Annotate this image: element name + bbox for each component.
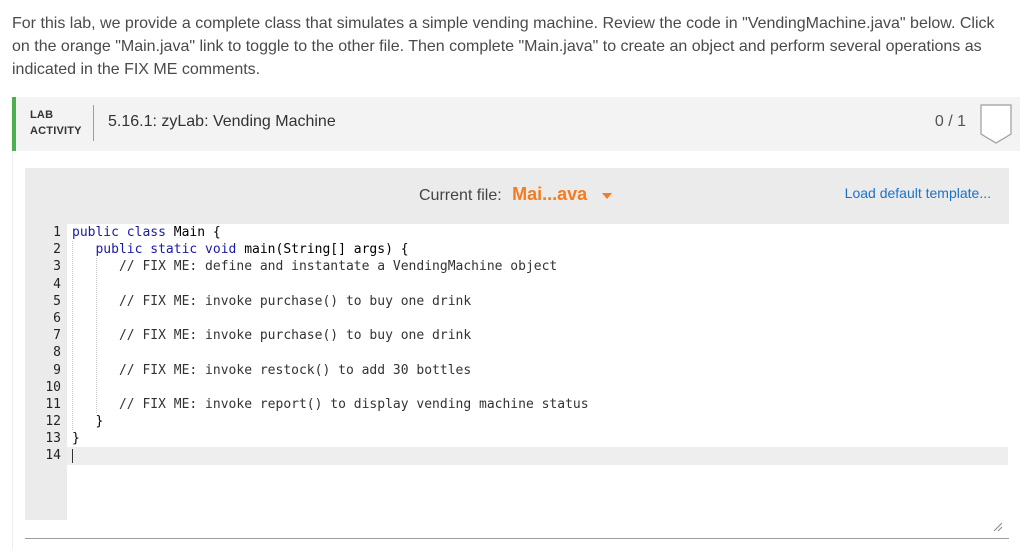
chevron-down-icon[interactable] bbox=[601, 192, 612, 199]
line-number: 3 bbox=[53, 259, 61, 275]
code-line[interactable]: // FIX ME: define and instantate a Vendi… bbox=[72, 258, 1008, 275]
lab-title: 5.16.1: zyLab: Vending Machine bbox=[108, 113, 336, 130]
lab-score: 0 / 1 bbox=[934, 113, 966, 130]
code-line[interactable]: public static void main(String[] args) { bbox=[72, 241, 1008, 258]
code-line[interactable]: public class Main { bbox=[72, 224, 1008, 241]
current-file-selector: Current file: Mai...ava bbox=[419, 184, 612, 205]
editor-container: Current file: Mai...ava Load default tem… bbox=[12, 151, 1020, 549]
line-number: 14 bbox=[45, 448, 61, 464]
code-comment: // FIX ME: define and instantate a Vendi… bbox=[118, 259, 558, 275]
header-divider bbox=[93, 105, 94, 141]
lab-activity-header: LAB ACTIVITY 5.16.1: zyLab: Vending Mach… bbox=[12, 97, 1020, 151]
line-number: 9 bbox=[53, 362, 61, 378]
code-keyword: public static void bbox=[95, 242, 245, 258]
code-text-span: Main { bbox=[173, 225, 221, 240]
lab-instructions: For this lab, we provide a complete clas… bbox=[12, 15, 995, 78]
line-number: 13 bbox=[45, 431, 61, 447]
code-line[interactable] bbox=[72, 276, 1008, 293]
code-area[interactable]: 1 2 3 4 5 6 7 8 9 10 11 12 13 14 public class Main { … bbox=[25, 224, 1009, 520]
code-line[interactable] bbox=[72, 379, 1008, 396]
line-number: 4 bbox=[53, 276, 61, 292]
line-number: 1 bbox=[53, 225, 61, 240]
code-editor: Current file: Mai...ava Load default tem… bbox=[25, 168, 1009, 539]
resize-handle-icon[interactable] bbox=[991, 520, 1003, 532]
line-number: 10 bbox=[45, 379, 61, 395]
code-line[interactable]: // FIX ME: invoke report() to display ve… bbox=[72, 396, 1008, 413]
code-comment: // FIX ME: invoke purchase() to buy one … bbox=[118, 293, 472, 309]
load-default-template-link[interactable]: Load default template... bbox=[845, 185, 991, 201]
code-text[interactable]: public class Main { public static void m… bbox=[67, 224, 1008, 465]
code-comment: // FIX ME: invoke restock() to add 30 bo… bbox=[118, 362, 472, 378]
lab-tag-line1: LAB bbox=[30, 109, 54, 121]
code-line[interactable]: // FIX ME: invoke restock() to add 30 bo… bbox=[72, 362, 1008, 379]
code-line[interactable] bbox=[67, 447, 1008, 465]
code-text-span: } bbox=[95, 414, 104, 430]
line-number: 2 bbox=[53, 242, 61, 258]
editor-toolbar: Current file: Mai...ava Load default tem… bbox=[25, 168, 1009, 224]
line-number: 8 bbox=[53, 345, 61, 361]
text-cursor bbox=[72, 448, 73, 463]
code-line[interactable] bbox=[72, 310, 1008, 327]
lab-activity-tag: LAB ACTIVITY bbox=[30, 107, 82, 139]
code-keyword: public class bbox=[72, 225, 174, 240]
code-line[interactable]: // FIX ME: invoke purchase() to buy one … bbox=[72, 293, 1008, 310]
code-line[interactable]: } bbox=[72, 413, 1008, 430]
line-number: 11 bbox=[45, 396, 61, 412]
indent-guide bbox=[96, 258, 97, 413]
score-badge-icon bbox=[980, 104, 1012, 144]
code-line[interactable]: } bbox=[72, 430, 1008, 447]
line-number: 5 bbox=[53, 293, 61, 309]
current-file-toggle[interactable]: Mai...ava bbox=[512, 184, 587, 204]
code-line[interactable] bbox=[72, 344, 1008, 361]
code-text-span: } bbox=[72, 431, 80, 447]
lab-tag-line2: ACTIVITY bbox=[30, 125, 82, 137]
current-file-label: Current file: bbox=[419, 187, 502, 204]
code-line[interactable]: // FIX ME: invoke purchase() to buy one … bbox=[72, 327, 1008, 344]
line-number: 6 bbox=[53, 310, 61, 326]
code-comment: // FIX ME: invoke purchase() to buy one … bbox=[118, 328, 472, 344]
code-text-span: main(String[] args) { bbox=[244, 242, 409, 258]
indent-guide bbox=[72, 241, 73, 430]
code-comment: // FIX ME: invoke report() to display ve… bbox=[118, 396, 589, 412]
line-number: 12 bbox=[45, 414, 61, 430]
line-number-gutter: 1 2 3 4 5 6 7 8 9 10 11 12 13 14 bbox=[25, 224, 67, 520]
line-number: 7 bbox=[53, 328, 61, 344]
